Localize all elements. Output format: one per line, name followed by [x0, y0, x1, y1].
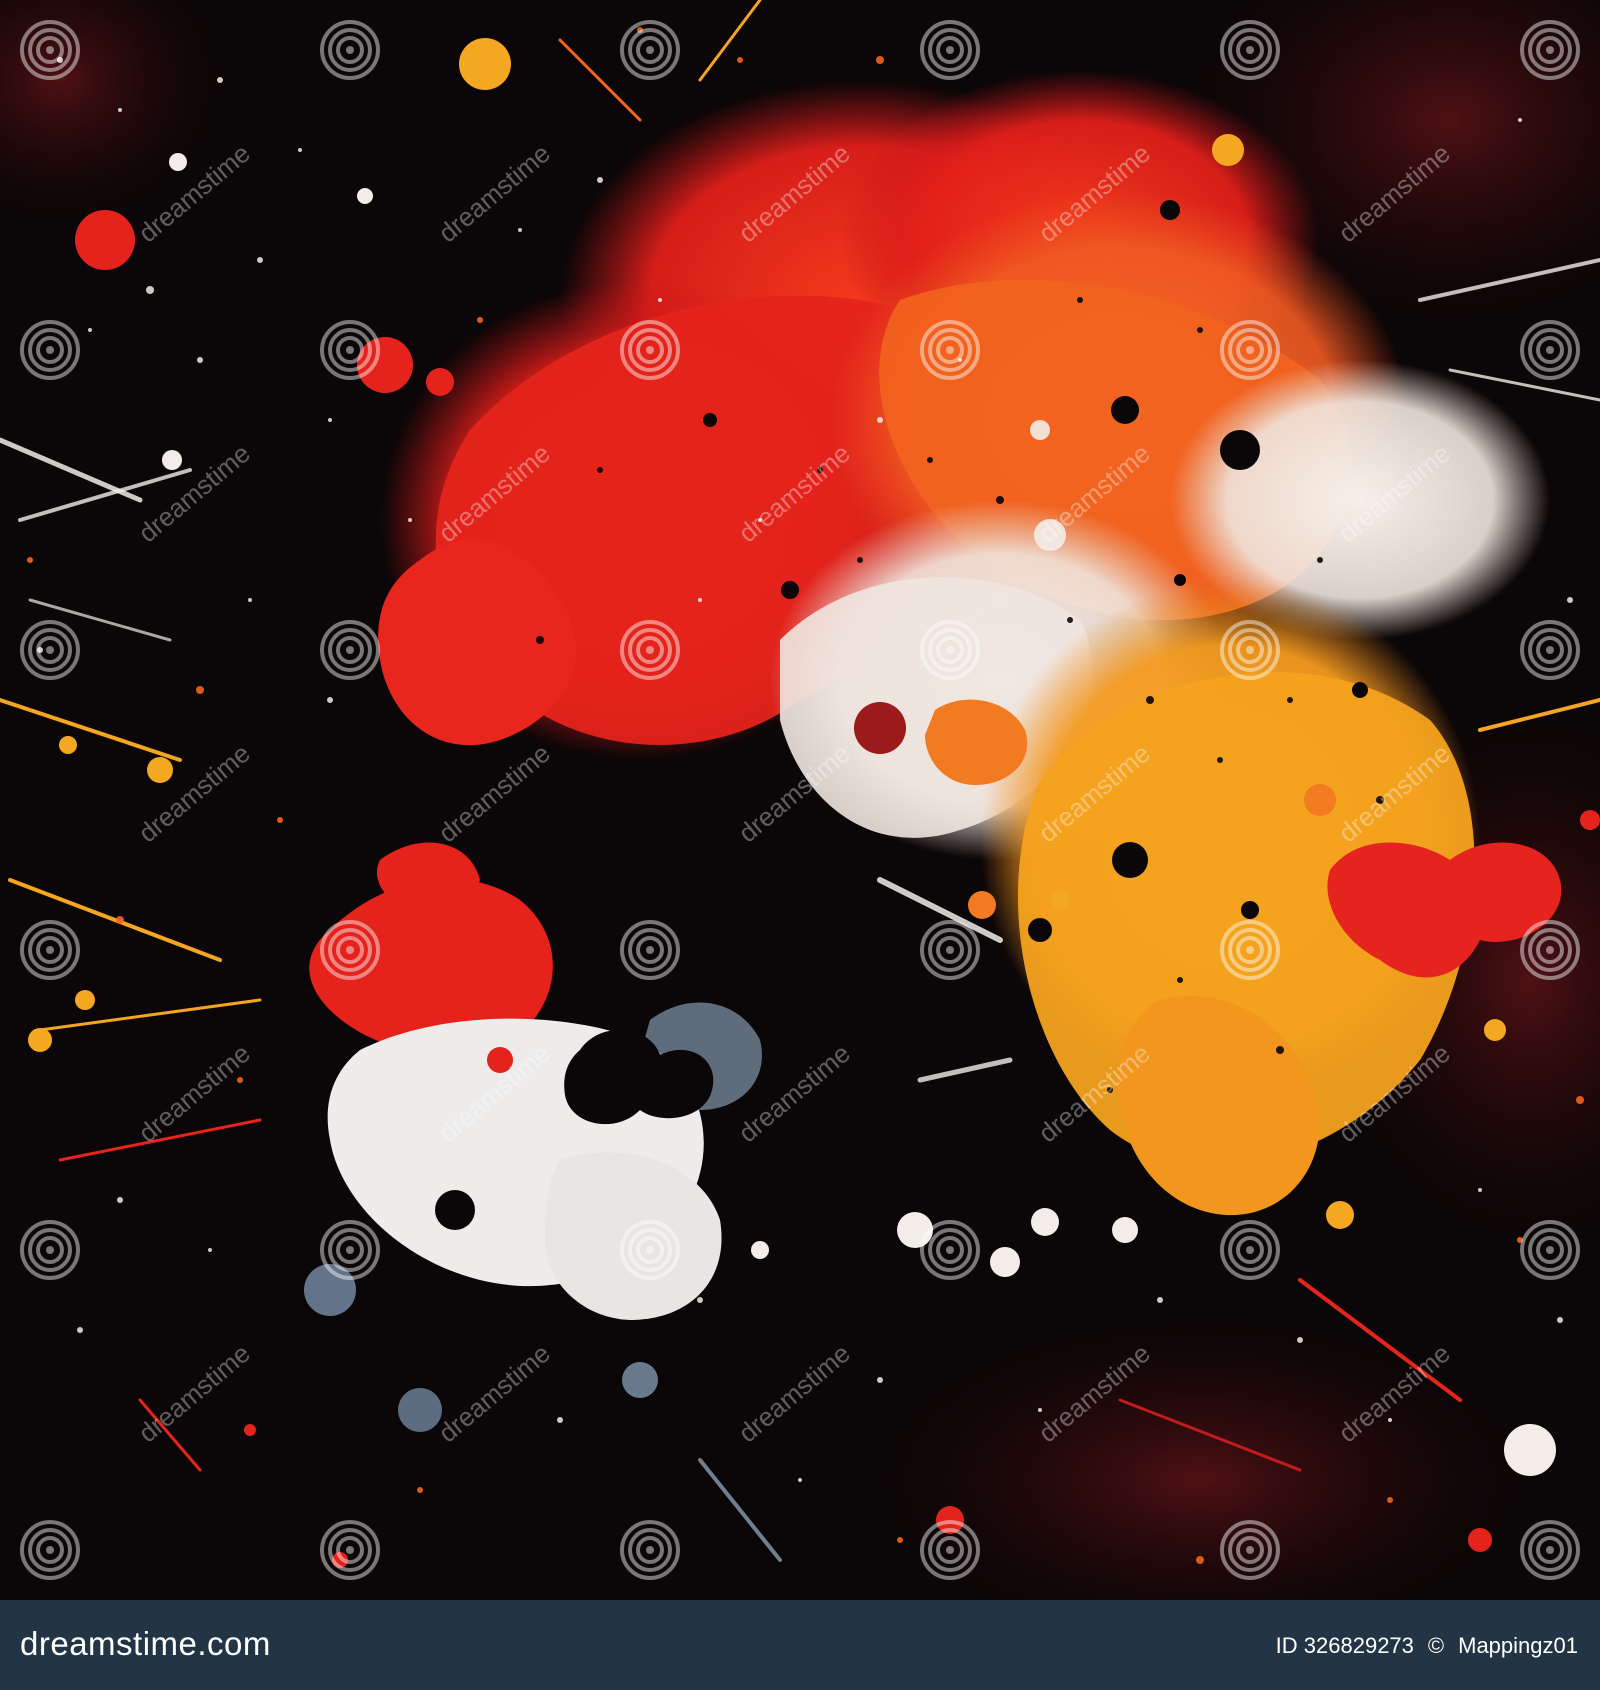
paint-splatter-artwork: [0, 0, 1600, 1600]
dreamstime-logo[interactable]: dreamstime.com: [20, 1620, 271, 1668]
stock-image-frame: dreamstime dreamstime dreamstime dreamstime…: [0, 0, 1600, 1690]
author-name[interactable]: Mappingz01: [1458, 1630, 1578, 1662]
separator-dot: ©: [1427, 1633, 1445, 1658]
image-credit: ID 326829273 © Mappingz01: [1276, 1630, 1578, 1662]
image-id-label: ID 326829273: [1275, 1633, 1414, 1658]
stock-footer-bar: dreamstime.com ID 326829273 © Mappingz01: [0, 1600, 1600, 1690]
